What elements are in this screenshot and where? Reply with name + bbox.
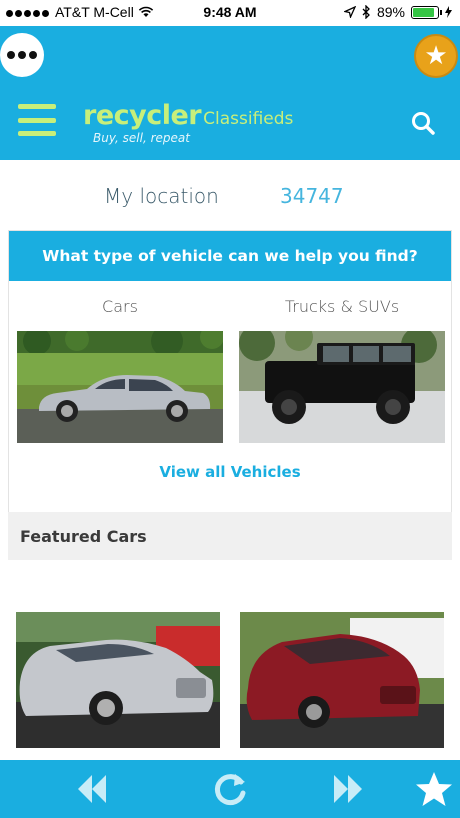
star-icon: ★ <box>424 41 448 71</box>
more-icon <box>7 51 15 59</box>
vehicle-type-label: Cars <box>102 297 138 316</box>
featured-cars-heading: Featured Cars <box>8 512 452 560</box>
vehicle-type-trucks-suvs[interactable]: Trucks & SUVs <box>239 297 445 443</box>
logo-tagline: Buy, sell, repeat <box>93 131 190 145</box>
bluetooth-icon <box>362 5 370 19</box>
battery-icon <box>411 5 442 19</box>
vehicle-finder-card: What type of vehicle can we help you fin… <box>8 230 452 514</box>
location-zip[interactable]: 34747 <box>280 184 344 208</box>
status-right-group: 89% <box>343 4 452 20</box>
battery-percent: 89% <box>376 4 405 20</box>
favorite-button[interactable]: ★ <box>414 34 458 78</box>
fast-forward-icon[interactable] <box>328 769 368 809</box>
bottom-toolbar <box>0 760 460 818</box>
featured-car-item[interactable] <box>16 612 220 748</box>
reload-icon[interactable] <box>210 769 250 809</box>
rewind-icon[interactable] <box>72 769 112 809</box>
featured-car-item[interactable] <box>240 612 444 748</box>
bookmark-star-icon[interactable] <box>414 769 454 809</box>
location-row[interactable]: My location 34747 <box>0 180 460 216</box>
vehicle-type-label: Trucks & SUVs <box>284 297 400 316</box>
vehicle-type-cars[interactable]: Cars <box>17 297 223 443</box>
location-label: My location <box>104 184 219 208</box>
more-options-button[interactable] <box>0 33 44 77</box>
site-logo[interactable]: recycler Classifieds Buy, sell, repeat <box>83 100 293 145</box>
hamburger-icon[interactable] <box>18 104 56 136</box>
location-arrow-icon <box>343 6 356 18</box>
trucks-photo[interactable] <box>239 331 445 443</box>
search-icon[interactable] <box>410 110 436 136</box>
app-header: ★ recycler Classifieds Buy, sell, repeat <box>0 26 460 160</box>
cars-photo[interactable] <box>17 331 223 443</box>
view-all-vehicles-link[interactable]: View all Vehicles <box>9 463 451 481</box>
charging-bolt-icon <box>445 6 452 18</box>
finder-title: What type of vehicle can we help you fin… <box>9 231 451 281</box>
logo-sub: Classifieds <box>203 109 294 129</box>
logo-brand: recycler <box>83 100 202 131</box>
status-bar: AT&T M-Cell 9:48 AM 89% <box>0 0 460 26</box>
